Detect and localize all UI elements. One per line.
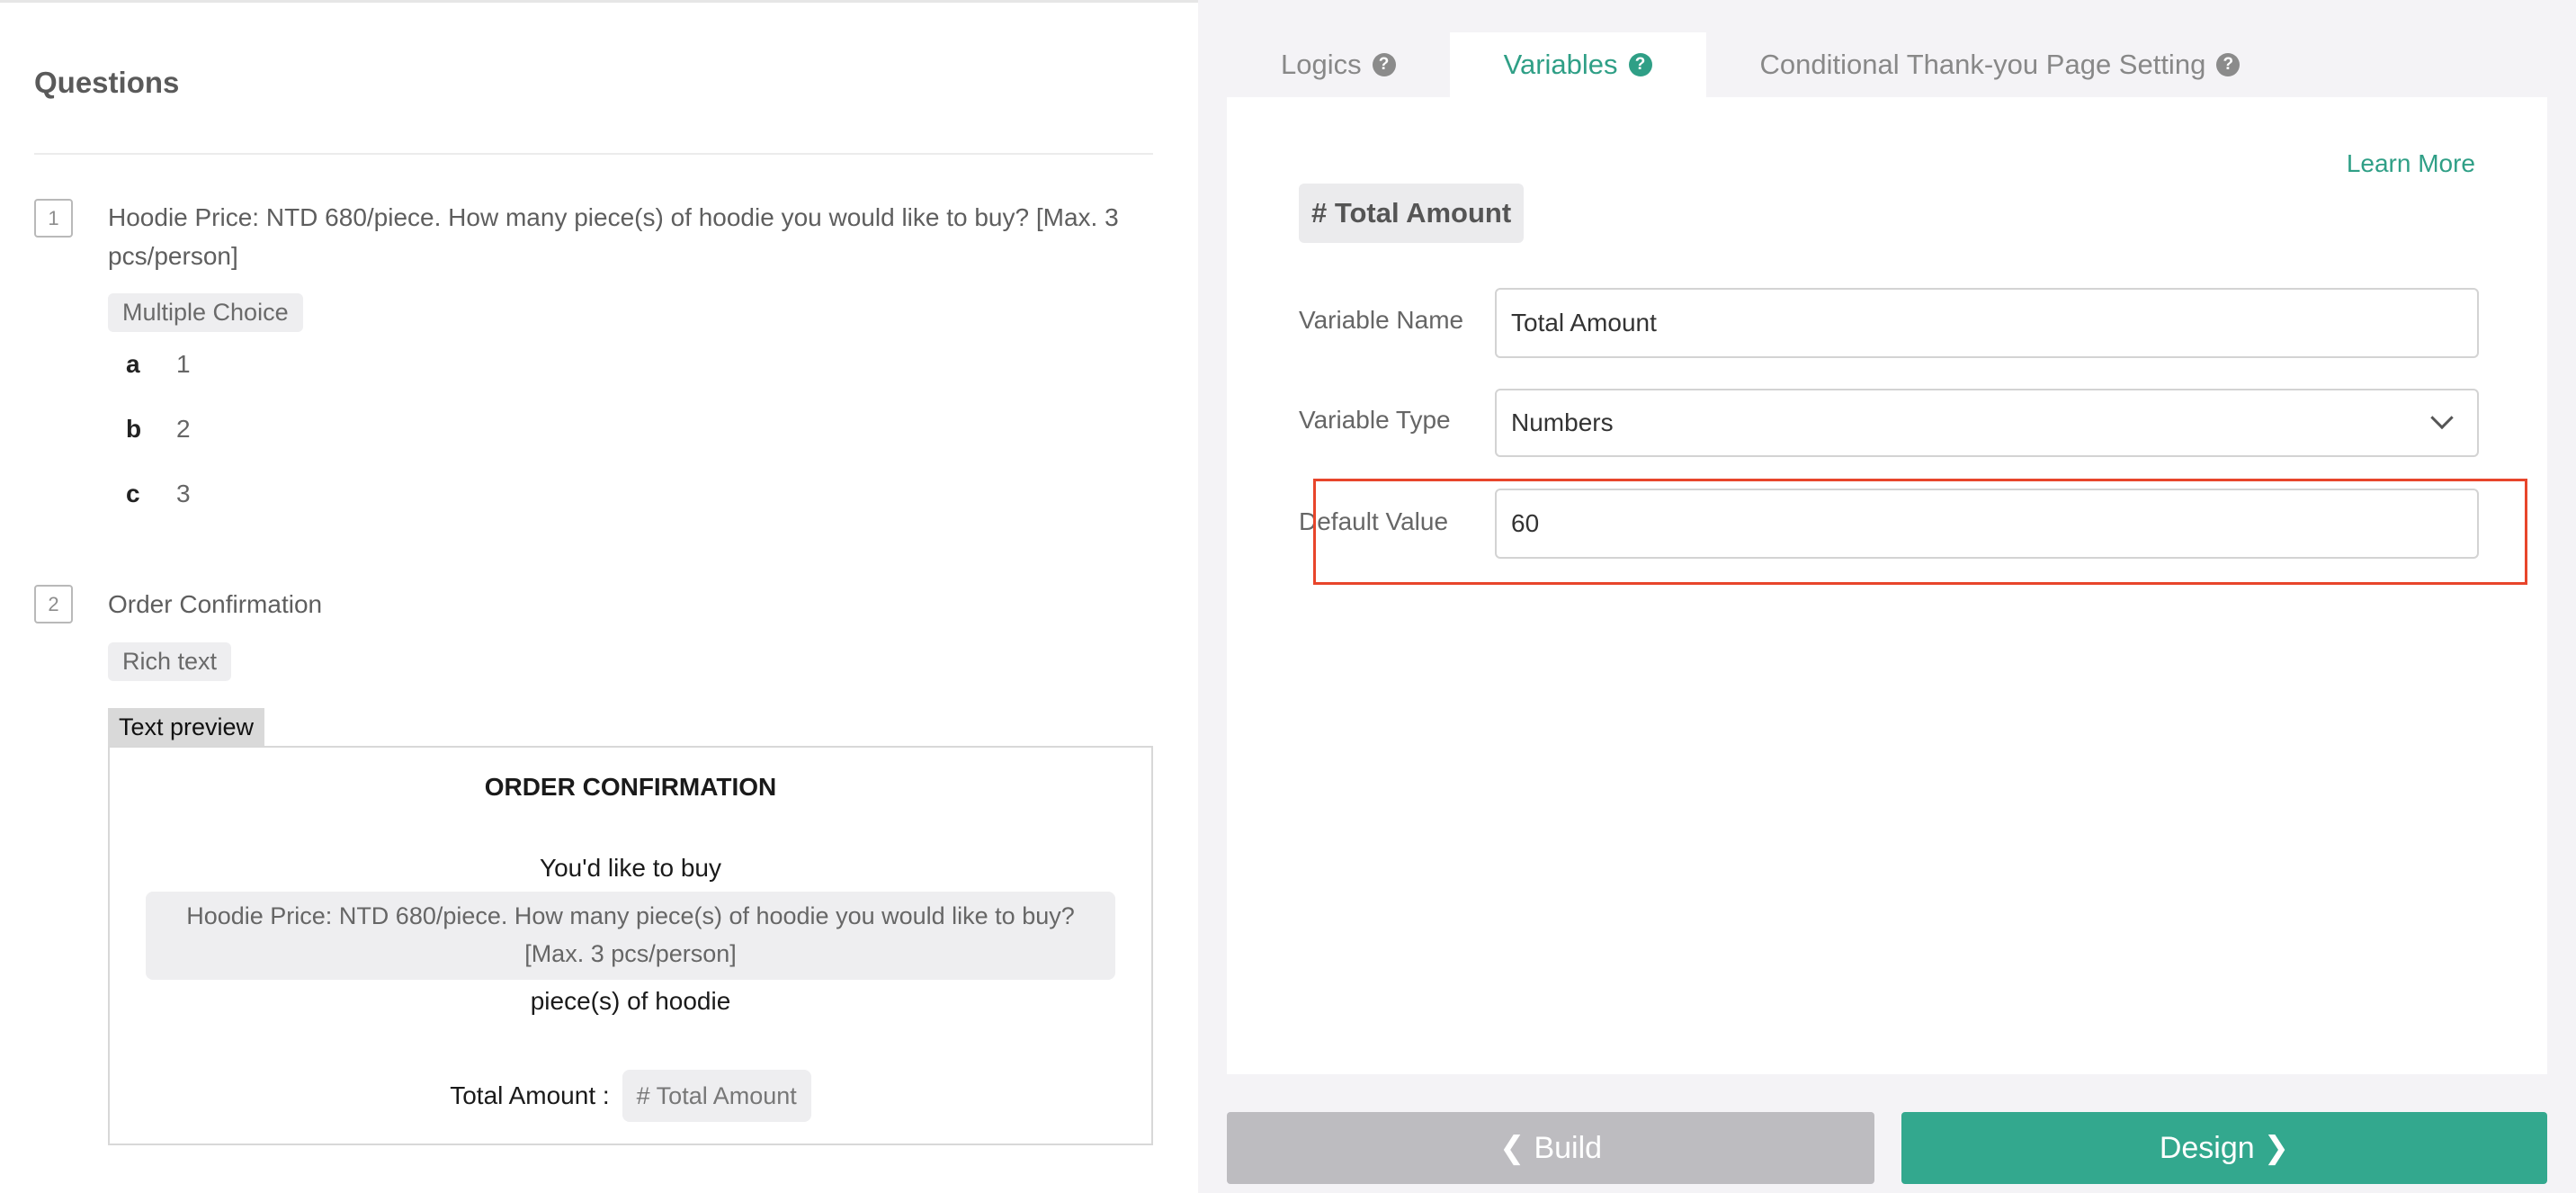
tab-label: Logics xyxy=(1281,49,1362,80)
preview-question-reference: Hoodie Price: NTD 680/piece. How many pi… xyxy=(146,892,1115,980)
option-b: b 2 xyxy=(126,415,191,444)
tab-variables[interactable]: Variables ? xyxy=(1449,32,1706,97)
divider xyxy=(34,153,1153,155)
tab-label: Conditional Thank-you Page Setting xyxy=(1759,49,2206,80)
variable-title-chip: # Total Amount xyxy=(1299,184,1525,243)
chevron-down-icon xyxy=(2430,406,2454,430)
variable-name-label: Variable Name xyxy=(1299,306,1464,334)
variable-name-input[interactable] xyxy=(1495,288,2479,358)
default-value-label: Default Value xyxy=(1299,507,1449,535)
questions-panel: Questions 1 Hoodie Price: NTD 680/piece.… xyxy=(0,0,1198,1193)
tab-conditional-thank-you[interactable]: Conditional Thank-you Page Setting ? xyxy=(1706,32,2294,97)
preview-total-label: Total Amount : xyxy=(450,1081,610,1109)
variable-type-label: Variable Type xyxy=(1299,406,1451,434)
preview-total-row: Total Amount : # Total Amount xyxy=(110,1070,1151,1122)
option-c: c 3 xyxy=(126,480,191,508)
option-letter: a xyxy=(126,350,140,378)
learn-more-link[interactable]: Learn More xyxy=(2347,149,2475,178)
question-mark-icon[interactable]: ? xyxy=(1628,53,1652,76)
questions-heading: Questions xyxy=(34,66,180,99)
tab-logics[interactable]: Logics ? xyxy=(1227,32,1450,97)
option-letter: c xyxy=(126,480,140,507)
text-preview-box: ORDER CONFIRMATION You'd like to buy Hoo… xyxy=(108,746,1153,1145)
default-value-input[interactable] xyxy=(1495,489,2479,559)
variable-card: Learn More # Total Amount Variable Name … xyxy=(1227,97,2547,1074)
option-a: a 1 xyxy=(126,350,191,379)
preview-line-buy: You'd like to buy xyxy=(539,854,721,882)
question-mark-icon[interactable]: ? xyxy=(1372,53,1396,76)
question-number-1: 1 xyxy=(34,199,73,238)
variable-type-select[interactable]: Numbers xyxy=(1495,389,2479,457)
design-button[interactable]: Design ❯ xyxy=(1901,1112,2547,1184)
preview-line-hoodie: piece(s) of hoodie xyxy=(530,987,731,1015)
build-button[interactable]: ❮ Build xyxy=(1227,1112,1874,1184)
option-value: 1 xyxy=(176,350,191,378)
variable-type-value: Numbers xyxy=(1511,408,1614,436)
preview-variable-chip: # Total Amount xyxy=(622,1070,811,1122)
build-label: Build xyxy=(1534,1130,1603,1165)
question-mark-icon[interactable]: ? xyxy=(2216,53,2241,76)
question-title-2[interactable]: Order Confirmation xyxy=(108,585,322,623)
chevron-right-icon: ❯ xyxy=(2263,1131,2290,1165)
question-title-1[interactable]: Hoodie Price: NTD 680/piece. How many pi… xyxy=(108,198,1153,275)
question-type-badge-2: Rich text xyxy=(108,642,232,681)
text-preview-tag: Text preview xyxy=(108,708,265,746)
design-label: Design xyxy=(2159,1130,2255,1165)
question-type-badge-1: Multiple Choice xyxy=(108,293,303,332)
option-value: 3 xyxy=(176,480,191,507)
question-number-2: 2 xyxy=(34,585,73,623)
tab-label: Variables xyxy=(1503,49,1618,80)
option-letter: b xyxy=(126,415,142,443)
chevron-left-icon: ❮ xyxy=(1498,1131,1525,1165)
option-value: 2 xyxy=(176,415,191,443)
logic-settings-panel: Logics ? Variables ? Conditional Thank-y… xyxy=(1198,0,2576,1193)
preview-title: ORDER CONFIRMATION xyxy=(484,773,777,801)
settings-tabs: Logics ? Variables ? Conditional Thank-y… xyxy=(1227,32,2294,97)
